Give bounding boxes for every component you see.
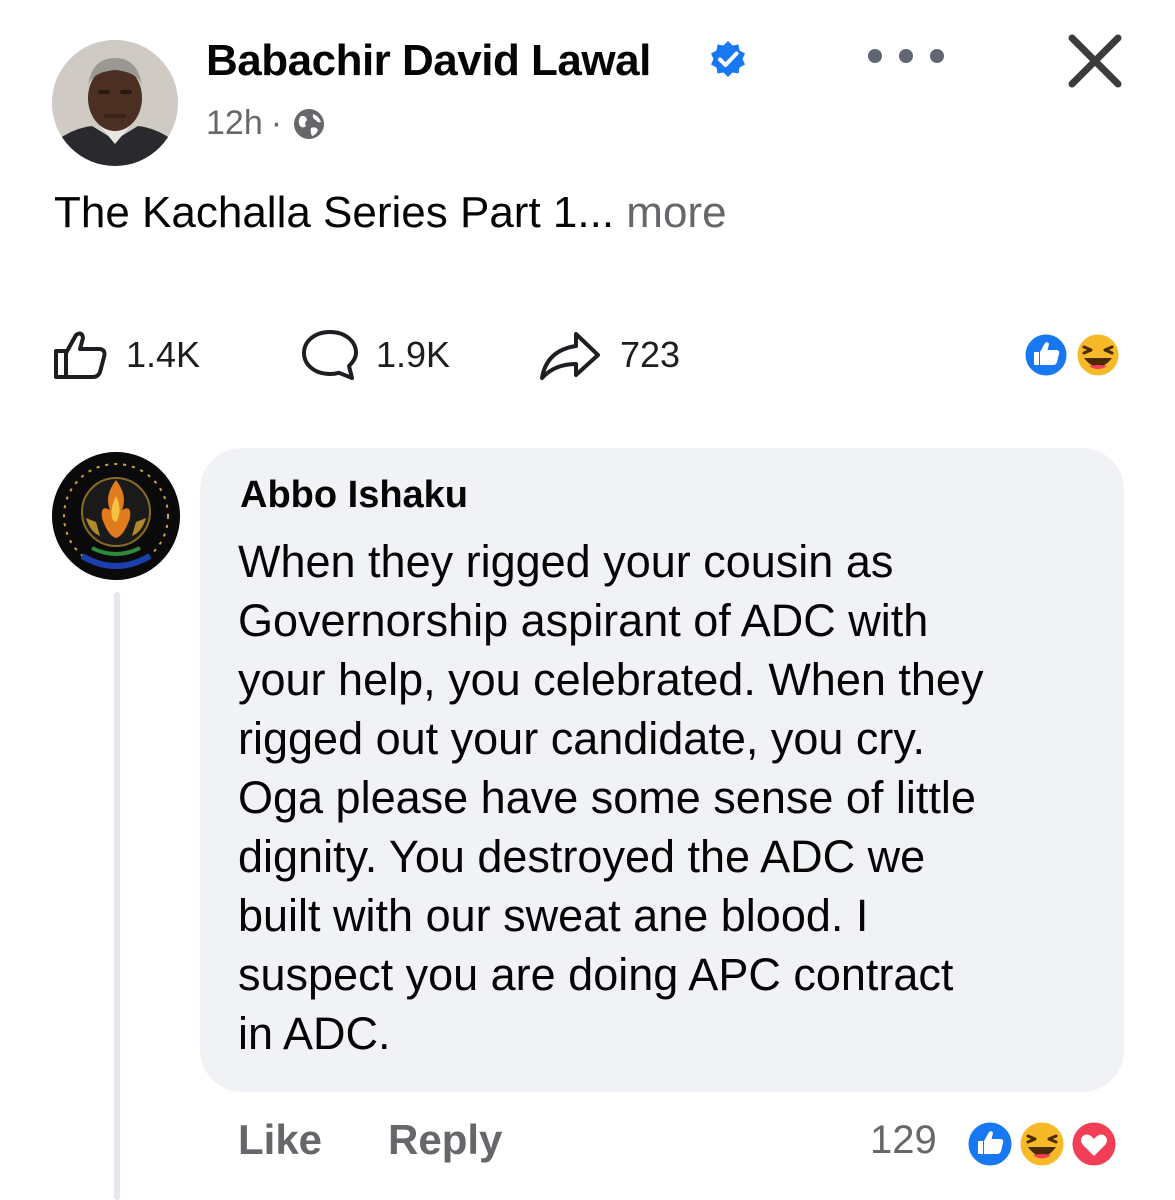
haha-icon bbox=[1017, 1119, 1067, 1169]
like-count: 1.4K bbox=[126, 334, 201, 375]
author-avatar[interactable] bbox=[52, 40, 178, 166]
more-dot bbox=[868, 49, 882, 63]
comment-reactions[interactable] bbox=[960, 1116, 1120, 1172]
commenter-logo bbox=[52, 452, 180, 580]
comment-icon bbox=[302, 330, 358, 380]
post-body: The Kachalla Series Part 1... bbox=[54, 188, 615, 237]
like-icon bbox=[965, 1119, 1015, 1169]
commenter-avatar[interactable] bbox=[52, 452, 180, 580]
thread-line bbox=[114, 592, 120, 1200]
more-dot bbox=[930, 49, 944, 63]
post-timestamp[interactable]: 12h bbox=[206, 104, 263, 143]
haha-icon bbox=[1074, 331, 1122, 379]
globe-icon bbox=[294, 108, 325, 139]
like-button[interactable]: 1.4K bbox=[52, 328, 200, 382]
close-icon[interactable] bbox=[1064, 30, 1126, 92]
comment-author-name[interactable]: Abbo Ishaku bbox=[240, 474, 468, 517]
post-reactions[interactable] bbox=[1012, 328, 1122, 382]
share-button[interactable]: 723 bbox=[538, 328, 680, 382]
share-count: 723 bbox=[620, 334, 681, 375]
verified-badge-icon bbox=[711, 41, 745, 77]
author-photo bbox=[52, 40, 178, 166]
like-icon bbox=[1022, 331, 1070, 379]
see-more-link[interactable]: more bbox=[626, 188, 726, 237]
love-icon bbox=[1069, 1119, 1119, 1169]
comment-text: When they rigged your cousin as Governor… bbox=[238, 536, 984, 1059]
comment-reply-button[interactable]: Reply bbox=[388, 1116, 502, 1164]
comment-like-button[interactable]: Like bbox=[238, 1116, 322, 1164]
more-options-button[interactable] bbox=[868, 36, 944, 76]
meta-separator: · bbox=[270, 104, 283, 142]
more-dot bbox=[899, 49, 913, 63]
thumbs-up-icon bbox=[54, 331, 107, 379]
share-icon bbox=[540, 332, 600, 380]
comment-reaction-count[interactable]: 129 bbox=[870, 1118, 937, 1163]
comment-button[interactable]: 1.9K bbox=[300, 328, 450, 382]
post-text: The Kachalla Series Part 1... more bbox=[54, 188, 727, 238]
post-author-name[interactable]: Babachir David Lawal bbox=[206, 36, 651, 86]
comment-count: 1.9K bbox=[376, 334, 451, 375]
post-meta: 12h · bbox=[206, 104, 326, 143]
